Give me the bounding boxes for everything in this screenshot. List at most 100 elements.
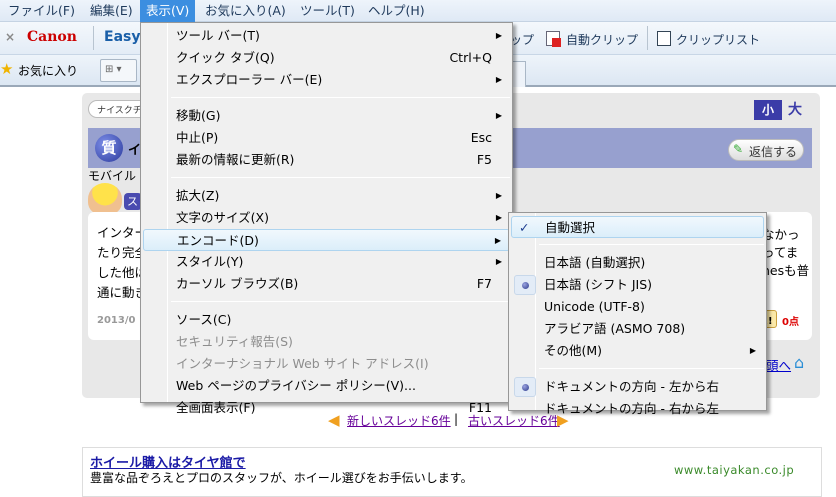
menu-item[interactable]: ソース(C) xyxy=(143,309,510,331)
menu-bar: ファイル(F) 編集(E) 表示(V) お気に入り(A) ツール(T) ヘルプ(… xyxy=(0,0,836,22)
quick-tabs-button[interactable]: ⊞ ▾ xyxy=(100,59,137,82)
body-line: なかっ xyxy=(762,227,800,242)
divider xyxy=(647,26,648,50)
clip-button-label[interactable]: ップ xyxy=(510,31,534,48)
menu-edit[interactable]: 編集(E) xyxy=(84,0,139,22)
easy-logo: Easy xyxy=(104,29,141,45)
close-toolbar-button[interactable]: × xyxy=(5,30,15,44)
divider xyxy=(93,26,94,50)
menu-item[interactable]: 日本語 (自動選択) xyxy=(511,252,764,274)
menu-item[interactable]: 最新の情報に更新(R) F5 xyxy=(143,149,510,171)
menu-item[interactable]: ドキュメントの方向 - 左から右 xyxy=(511,376,764,398)
menu-item[interactable]: インターナショナル Web サイト アドレス(I) xyxy=(143,353,510,375)
menu-separator xyxy=(539,368,764,369)
mobile-label: モバイル xyxy=(88,169,137,183)
reply-label: 返信する xyxy=(749,145,798,159)
menu-item[interactable]: 全画面表示(F) F11 xyxy=(143,397,510,419)
ad-description: 豊富な品ぞろえとプロのスタッフが、ホイール選びをお手伝いします。 xyxy=(90,471,473,485)
menu-help[interactable]: ヘルプ(H) xyxy=(362,0,431,22)
user-avatar xyxy=(88,183,122,215)
ad-url[interactable]: www.taiyakan.co.jp xyxy=(674,463,794,477)
font-small-button[interactable]: 小 xyxy=(754,100,782,120)
menu-item-label: アラビア語 (ASMO 708) xyxy=(544,321,686,336)
menu-item[interactable]: 拡大(Z) ▶ xyxy=(143,185,510,207)
clip-list-button[interactable]: クリップリスト xyxy=(676,31,760,48)
post-date: 2013/0 xyxy=(97,315,136,326)
submenu-arrow-icon: ▶ xyxy=(749,346,756,355)
menu-tools[interactable]: ツール(T) xyxy=(294,0,361,22)
auto-clip-button[interactable]: 自動クリップ xyxy=(566,31,638,48)
menu-item[interactable]: エクスプローラー バー(E) ▶ xyxy=(143,69,510,91)
menu-item-label: 中止(P) xyxy=(176,130,219,145)
font-large-button[interactable]: 大 xyxy=(782,100,808,120)
star-icon: ★ xyxy=(0,60,14,78)
menu-item-label: ソース(C) xyxy=(176,312,232,327)
menu-item-label: 拡大(Z) xyxy=(176,188,220,203)
canon-logo: Canon xyxy=(27,29,77,45)
menu-item[interactable]: ドキュメントの方向 - 右から左 xyxy=(511,398,764,420)
view-menu: ツール バー(T) ▶ クイック タブ(Q) Ctrl+Q エクスプローラー バー(E)… xyxy=(140,22,513,415)
menu-file[interactable]: ファイル(F) xyxy=(2,0,81,22)
menu-favorites[interactable]: お気に入り(A) xyxy=(199,0,292,22)
auto-clip-icon xyxy=(546,31,561,47)
submenu-arrow-icon: ▶ xyxy=(495,111,502,120)
menu-view[interactable]: 表示(V) xyxy=(140,0,196,22)
menu-item-label: スタイル(Y) xyxy=(176,254,244,269)
menu-item[interactable]: カーソル ブラウズ(B) F7 xyxy=(143,273,510,295)
menu-item-label: ドキュメントの方向 - 右から左 xyxy=(544,401,719,416)
menu-item[interactable]: ✓ 自動選択 xyxy=(511,216,764,238)
back-to-top-link[interactable]: 頭へ xyxy=(766,355,791,374)
checkmark-icon: ✓ xyxy=(519,220,530,235)
submenu-arrow-icon: ▶ xyxy=(495,75,502,84)
submenu-arrow-icon: ▶ xyxy=(495,213,502,222)
reply-button[interactable]: ✎ 返信する xyxy=(728,139,804,161)
menu-item[interactable]: アラビア語 (ASMO 708) xyxy=(511,318,764,340)
points: 0点 xyxy=(782,317,799,328)
shortcut-label: F7 xyxy=(476,276,492,291)
menu-item[interactable]: クイック タブ(Q) Ctrl+Q xyxy=(143,47,510,69)
menu-item-label: Unicode (UTF-8) xyxy=(544,299,645,314)
favorites-button[interactable]: お気に入り xyxy=(18,62,78,79)
submenu-arrow-icon: ▶ xyxy=(495,191,502,200)
submenu-arrow-icon: ▶ xyxy=(495,257,502,266)
shortcut-label: Esc xyxy=(470,130,492,145)
menu-item[interactable]: スタイル(Y) ▶ xyxy=(143,251,510,273)
menu-item[interactable]: Web ページのプライバシー ポリシー(V)... xyxy=(143,375,510,397)
menu-item-label: インターナショナル Web サイト アドレス(I) xyxy=(176,356,429,371)
menu-item-label: ツール バー(T) xyxy=(176,28,260,43)
menu-item-label: その他(M) xyxy=(544,343,603,358)
menu-item-label: ドキュメントの方向 - 左から右 xyxy=(544,379,719,394)
encode-submenu: ✓ 自動選択日本語 (自動選択) 日本語 (シフト JIS) Unicode (UTF… xyxy=(508,212,767,416)
shortcut-label: Ctrl+Q xyxy=(449,50,492,65)
menu-item[interactable]: セキュリティ報告(S) xyxy=(143,331,510,353)
menu-item[interactable]: ツール バー(T) ▶ xyxy=(143,25,510,47)
menu-item-label: 文字のサイズ(X) xyxy=(176,210,269,225)
menu-item[interactable]: 文字のサイズ(X) ▶ xyxy=(143,207,510,229)
menu-item-label: 日本語 (自動選択) xyxy=(544,255,646,270)
shortcut-label: F11 xyxy=(468,400,492,415)
menu-item-label: セキュリティ報告(S) xyxy=(176,334,293,349)
menu-separator xyxy=(171,97,510,98)
menu-item[interactable]: エンコード(D) ▶ xyxy=(143,229,510,251)
menu-item-label: カーソル ブラウズ(B) xyxy=(176,276,299,291)
menu-item[interactable]: Unicode (UTF-8) xyxy=(511,296,764,318)
submenu-arrow-icon: ▶ xyxy=(495,31,502,40)
menu-item[interactable]: 日本語 (シフト JIS) xyxy=(511,274,764,296)
menu-item-label: 全画面表示(F) xyxy=(176,400,256,415)
menu-item[interactable]: その他(M) ▶ xyxy=(511,340,764,362)
menu-item[interactable]: 中止(P) Esc xyxy=(143,127,510,149)
shortcut-label: F5 xyxy=(476,152,492,167)
menu-item[interactable]: 移動(G) ▶ xyxy=(143,105,510,127)
radio-bullet-icon xyxy=(514,377,536,397)
menu-separator xyxy=(171,177,510,178)
question-badge: 質 xyxy=(95,134,123,162)
body-line: ってま xyxy=(762,245,799,260)
submenu-arrow-icon: ▶ xyxy=(494,236,501,245)
menu-item-label: 日本語 (シフト JIS) xyxy=(544,277,653,292)
ad-box: ホイール購入はタイヤ館で 豊富な品ぞろえとプロのスタッフが、ホイール選びをお手伝… xyxy=(82,447,822,497)
clip-list-icon xyxy=(657,31,671,46)
body-line: nesも普 xyxy=(762,263,810,278)
menu-separator xyxy=(539,244,764,245)
radio-bullet-icon xyxy=(514,275,536,295)
menu-item-label: 最新の情報に更新(R) xyxy=(176,152,295,167)
